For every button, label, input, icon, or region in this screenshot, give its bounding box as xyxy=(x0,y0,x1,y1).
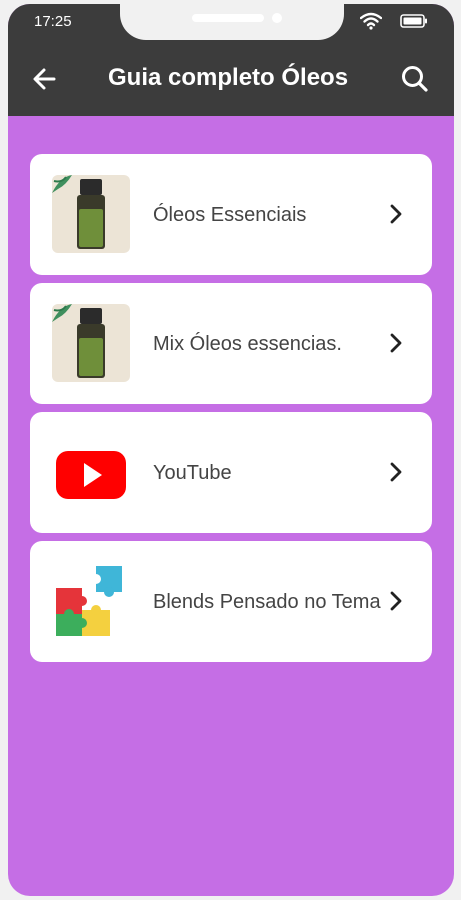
list-item-blends[interactable]: Blends Pensado no Tema xyxy=(30,541,432,662)
chevron-right-icon xyxy=(390,462,402,482)
puzzle-icon xyxy=(56,566,122,636)
list-item-oleos-essenciais[interactable]: Óleos Essenciais xyxy=(30,154,432,275)
list-item-label: YouTube xyxy=(153,462,232,484)
essential-oil-bottle-icon xyxy=(52,304,130,382)
page-title: Guia completo Óleos xyxy=(108,64,349,91)
chevron-right-icon xyxy=(390,204,402,224)
status-bar: 17:25 xyxy=(8,4,454,40)
chevron-right-icon xyxy=(390,333,402,353)
phone-notch xyxy=(120,4,344,40)
phone-screen: 17:25 Guia completo Óleos Óleos Essencia… xyxy=(8,4,454,896)
wifi-icon xyxy=(360,12,382,30)
search-icon[interactable] xyxy=(398,62,432,96)
arrow-left-icon[interactable] xyxy=(28,62,62,96)
list-item-youtube[interactable]: YouTube xyxy=(30,412,432,533)
list-item-label: Blends Pensado no Tema xyxy=(153,591,381,613)
app-bar: Guia completo Óleos xyxy=(8,40,454,116)
front-camera xyxy=(272,13,282,23)
list-item-label: Mix Óleos essencias. xyxy=(153,333,342,355)
youtube-icon xyxy=(56,451,126,499)
battery-icon xyxy=(400,14,427,28)
menu-list: Óleos Essenciais Mix Óleos essencias. Yo… xyxy=(30,154,432,670)
list-item-label: Óleos Essenciais xyxy=(153,204,307,226)
status-time: 17:25 xyxy=(34,13,72,30)
chevron-right-icon xyxy=(390,591,402,611)
speaker-grill xyxy=(192,14,264,22)
essential-oil-bottle-icon xyxy=(52,175,130,253)
list-item-mix-oleos[interactable]: Mix Óleos essencias. xyxy=(30,283,432,404)
